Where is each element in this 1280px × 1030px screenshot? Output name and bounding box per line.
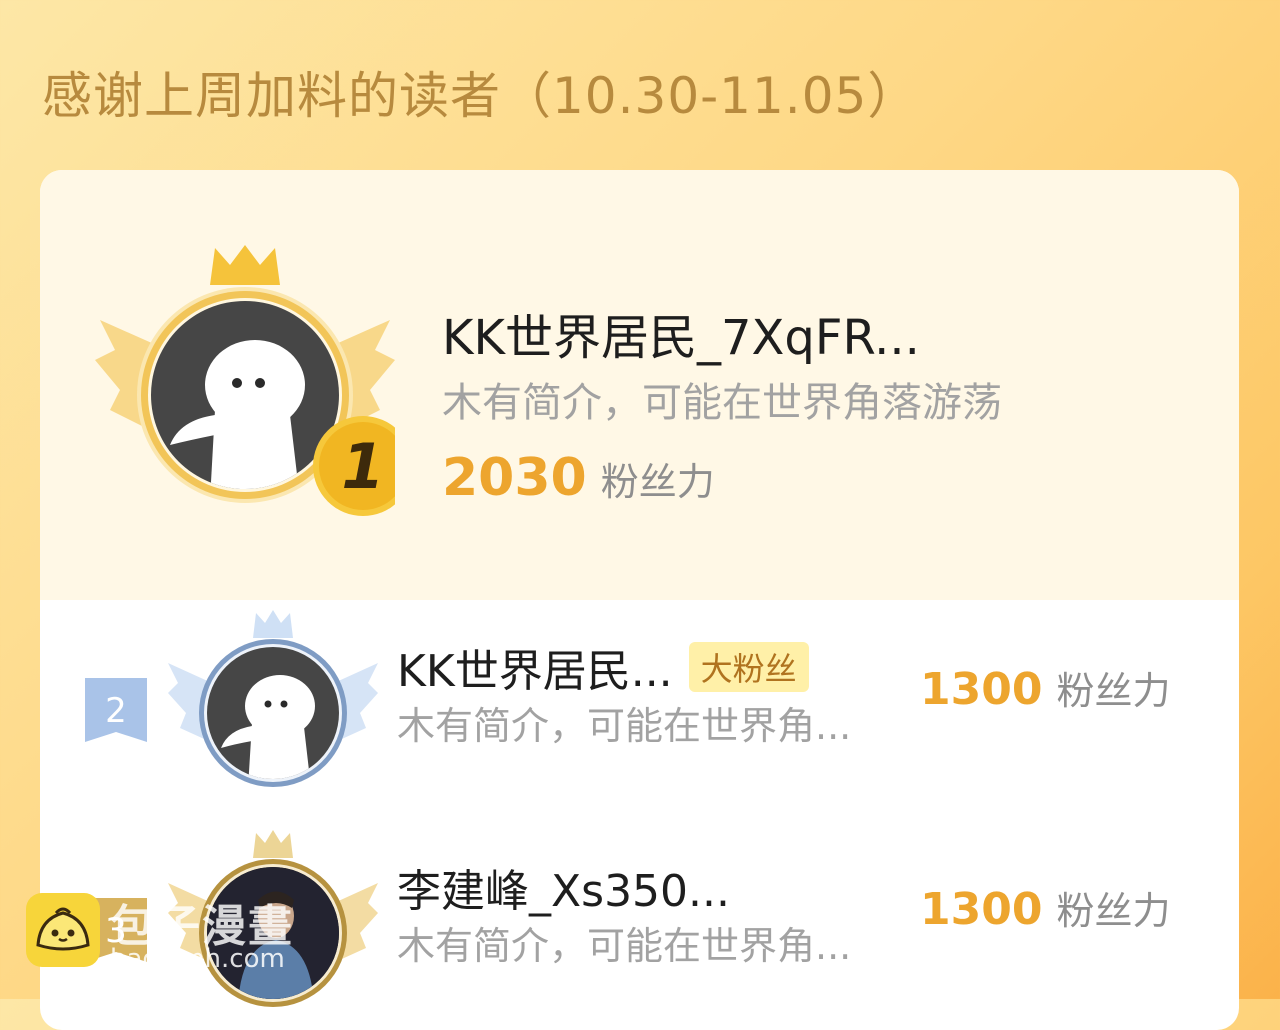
svg-text:1: 1 bbox=[341, 430, 384, 503]
crown-icon bbox=[210, 245, 280, 285]
score-value: 1300 bbox=[920, 664, 1043, 715]
reader-name-text: KK世界居民... bbox=[397, 646, 673, 697]
score-value: 2030 bbox=[442, 448, 587, 508]
reader-bio: 木有简介，可能在世界角... bbox=[397, 924, 852, 968]
reader-name: KK世界居民... 大粉丝 bbox=[397, 635, 809, 699]
reader-name: 李建峰_Xs350... bbox=[397, 855, 730, 919]
rank-2-flag-icon: 2 bbox=[85, 678, 147, 742]
watermark-domain: baozimh.com bbox=[110, 944, 285, 974]
reader-2-avatar[interactable] bbox=[168, 608, 378, 798]
top-reader-avatar[interactable]: 1 bbox=[95, 240, 413, 520]
score-value: 1300 bbox=[920, 884, 1043, 935]
top-reader-score: 2030 粉丝力 bbox=[442, 448, 715, 508]
score-unit: 粉丝力 bbox=[1056, 669, 1171, 713]
reader-score: 1300 粉丝力 bbox=[920, 880, 1170, 935]
fan-level-badge: 大粉丝 bbox=[688, 642, 809, 692]
top-reader-name: KK世界居民_7XqFR... bbox=[442, 310, 920, 366]
top-reader-section[interactable]: 1 KK世界居民_7XqFR... 木有简介，可能在世界角落游荡 2030 粉丝… bbox=[40, 170, 1239, 600]
reader-name-text: 李建峰_Xs350... bbox=[397, 866, 731, 917]
crown-icon bbox=[253, 830, 293, 858]
reader-score: 1300 粉丝力 bbox=[920, 660, 1170, 715]
svg-text:2: 2 bbox=[105, 691, 127, 731]
crown-icon bbox=[253, 610, 293, 638]
reader-row-2[interactable]: 2 KK世界居民... 大粉丝 木有简介，可能在世界角... 1300 粉丝力 bbox=[40, 600, 1239, 820]
reader-bio: 木有简介，可能在世界角... bbox=[397, 704, 852, 748]
bun-logo-icon bbox=[26, 893, 100, 967]
site-watermark: 包子漫畫 baozimh.com bbox=[26, 890, 326, 980]
score-unit: 粉丝力 bbox=[1056, 889, 1171, 933]
top-reader-bio: 木有简介，可能在世界角落游荡 bbox=[442, 380, 1002, 426]
score-unit: 粉丝力 bbox=[600, 460, 715, 504]
page-title: 感谢上周加料的读者（10.30-11.05） bbox=[42, 67, 919, 125]
